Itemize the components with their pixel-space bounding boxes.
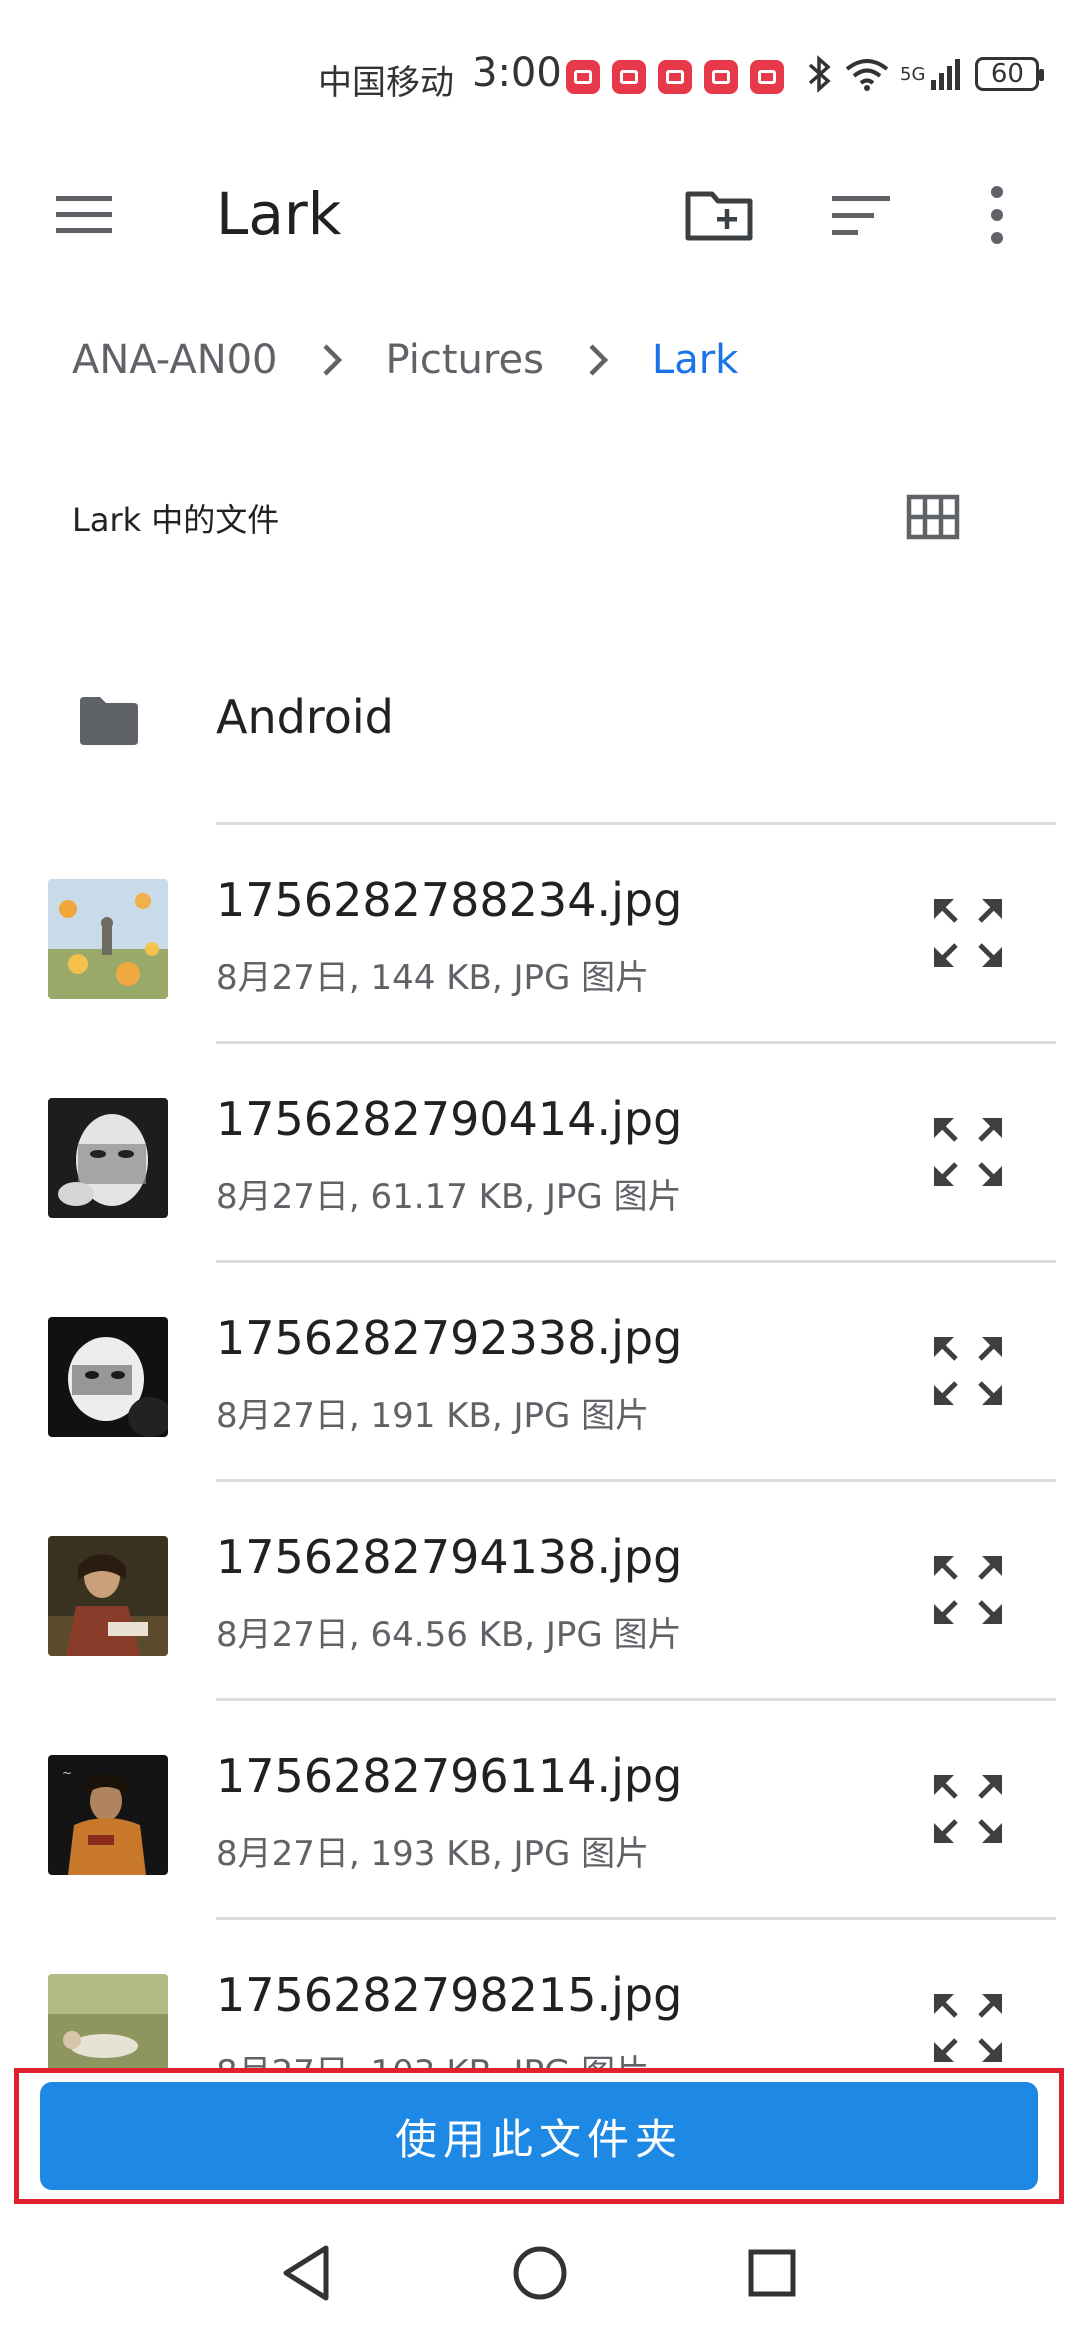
chevron-right-icon [589, 344, 609, 376]
signal-strength-icon [931, 59, 961, 90]
folder-item[interactable]: Android [0, 640, 1080, 825]
menu-icon[interactable] [54, 192, 114, 238]
network-type-label: 5G [900, 63, 926, 85]
clock: 3:00 [472, 50, 562, 96]
wifi-icon [845, 59, 889, 91]
file-name: 1756282792338.jpg [216, 1311, 683, 1365]
status-bar: 中国移动 3:00 5G 60 [0, 0, 1080, 150]
file-picker-screen: 中国移动 3:00 5G 60 Lark ANA-AN00 Pictures L… [0, 0, 1080, 2340]
file-item[interactable]: 1756282794138.jpg 8月27日, 64.56 KB, JPG 图… [0, 1482, 1080, 1701]
expand-preview-icon[interactable] [930, 1990, 1006, 2066]
recents-icon[interactable] [737, 2238, 807, 2308]
app-bar: Lark [0, 150, 1080, 280]
notification-app-icon [750, 60, 784, 94]
chevron-right-icon [322, 344, 342, 376]
file-name: 1756282788234.jpg [216, 873, 683, 927]
more-vert-icon[interactable] [972, 180, 1022, 250]
use-this-folder-button[interactable]: 使用此文件夹 [40, 2082, 1038, 2190]
back-icon[interactable] [274, 2238, 344, 2308]
grid-view-icon[interactable] [906, 490, 960, 544]
notification-app-icon [612, 60, 646, 94]
navigation-bar [0, 2210, 1080, 2340]
file-thumbnail [48, 1098, 168, 1218]
file-name: 1756282790414.jpg [216, 1092, 683, 1146]
battery-level: 60 [990, 59, 1024, 89]
expand-preview-icon[interactable] [930, 1333, 1006, 1409]
file-thumbnail [48, 1317, 168, 1437]
notification-app-icon [704, 60, 738, 94]
file-thumbnail [48, 879, 168, 999]
notification-app-icon [566, 60, 600, 94]
file-thumbnail [48, 1536, 168, 1656]
create-new-folder-icon[interactable] [684, 180, 754, 250]
battery-icon: 60 [975, 57, 1045, 91]
sort-icon[interactable] [830, 186, 894, 246]
expand-preview-icon[interactable] [930, 1552, 1006, 1628]
home-icon[interactable] [505, 2238, 575, 2308]
breadcrumb-item-pictures[interactable]: Pictures [386, 337, 544, 383]
system-icons: 5G 60 [806, 54, 1045, 94]
file-name: 1756282794138.jpg [216, 1530, 683, 1584]
app-title: Lark [216, 180, 342, 248]
file-item[interactable]: 1756282792338.jpg 8月27日, 191 KB, JPG 图片 [0, 1263, 1080, 1482]
breadcrumb: ANA-AN00 Pictures Lark [72, 325, 738, 395]
file-details: 8月27日, 144 KB, JPG 图片 [216, 958, 650, 998]
expand-preview-icon[interactable] [930, 1114, 1006, 1190]
file-thumbnail: ~ [48, 1755, 168, 1875]
file-name: 1756282796114.jpg [216, 1749, 683, 1803]
breadcrumb-item-current[interactable]: Lark [652, 337, 738, 383]
breadcrumb-item-device[interactable]: ANA-AN00 [72, 337, 278, 383]
file-item[interactable]: 1756282788234.jpg 8月27日, 144 KB, JPG 图片 [0, 825, 1080, 1044]
file-details: 8月27日, 193 KB, JPG 图片 [216, 1834, 650, 1874]
file-item[interactable]: 1756282790414.jpg 8月27日, 61.17 KB, JPG 图… [0, 1044, 1080, 1263]
folder-name: Android [216, 690, 394, 744]
file-name: 1756282798215.jpg [216, 1968, 683, 2022]
bluetooth-icon [808, 55, 831, 93]
expand-preview-icon[interactable] [930, 1771, 1006, 1847]
svg-text:~: ~ [62, 1766, 72, 1780]
carrier-label: 中国移动 [318, 63, 454, 103]
section-title: Lark 中的文件 [72, 501, 280, 539]
expand-preview-icon[interactable] [930, 895, 1006, 971]
notification-app-icon [658, 60, 692, 94]
file-details: 8月27日, 191 KB, JPG 图片 [216, 1396, 650, 1436]
folder-icon [80, 697, 138, 745]
notification-icons [566, 60, 784, 94]
file-details: 8月27日, 64.56 KB, JPG 图片 [216, 1615, 682, 1655]
file-list: Android 1756282788234.jpg 8月27日, 144 KB,… [0, 640, 1080, 2139]
file-item[interactable]: ~ 1756282796114.jpg 8月27日, 193 KB, JPG 图… [0, 1701, 1080, 1920]
file-details: 8月27日, 61.17 KB, JPG 图片 [216, 1177, 682, 1217]
